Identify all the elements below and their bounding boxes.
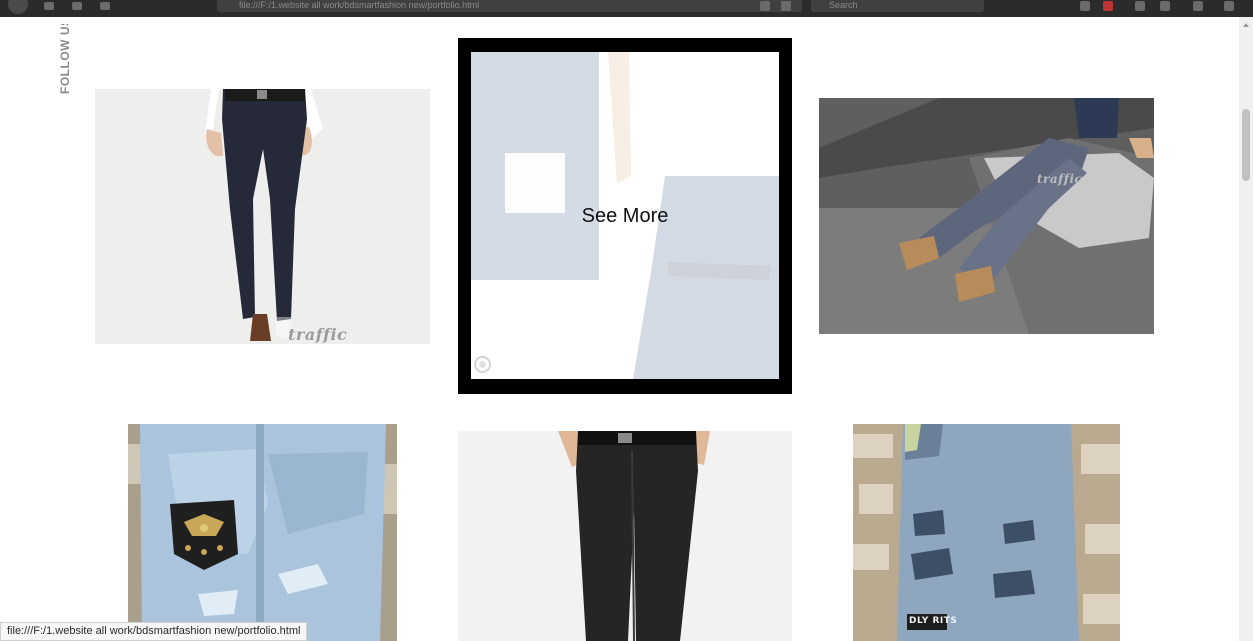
page-scrollbar[interactable]	[1239, 17, 1253, 641]
reader-icon[interactable]	[760, 1, 770, 11]
browser-toolbar: file:///F:/1.website all work/bdsmartfas…	[0, 0, 1253, 17]
bookmark-star-icon[interactable]	[781, 1, 791, 11]
status-bar-link-preview: file:///F:/1.website all work/bdsmartfas…	[0, 622, 308, 641]
forward-icon[interactable]	[44, 2, 54, 10]
jeans-patch-label: DLY RITS	[909, 616, 958, 626]
portfolio-item-black-trousers[interactable]	[458, 431, 792, 641]
library-icon[interactable]	[1080, 1, 1090, 11]
search-input[interactable]: Search	[811, 0, 984, 12]
home-icon[interactable]	[100, 2, 110, 10]
address-bar[interactable]: file:///F:/1.website all work/bdsmartfas…	[217, 0, 802, 12]
grey-trousers-image	[819, 98, 1154, 334]
extension-icon[interactable]	[1103, 1, 1113, 11]
brand-watermark: traffic	[288, 325, 348, 344]
sidebar-icon[interactable]	[1135, 1, 1145, 11]
navy-trousers-image	[95, 89, 430, 344]
account-icon[interactable]	[1160, 1, 1170, 11]
portfolio-item-light-ripped-jeans[interactable]	[128, 424, 397, 641]
follow-us-label: FOLLOW US	[58, 24, 72, 94]
light-ripped-jeans-image	[128, 424, 397, 641]
menu-icon[interactable]	[1224, 1, 1234, 11]
black-trousers-image	[458, 431, 792, 641]
scroll-up-arrow-icon[interactable]	[1243, 23, 1249, 27]
zoom-icon[interactable]	[474, 356, 491, 373]
see-more-link[interactable]: See More	[471, 204, 779, 228]
grey-ripped-jeans-image	[853, 424, 1120, 641]
portfolio-hover-card[interactable]: See More	[471, 52, 779, 379]
brand-watermark: traffic	[1037, 172, 1083, 186]
portfolio-item-grey-ripped-jeans[interactable]: DLY RITS	[853, 424, 1120, 641]
page: file:///F:/1.website all work/bdsmartfas…	[0, 0, 1253, 641]
back-icon[interactable]	[8, 0, 28, 14]
portfolio-item-denim-jeans[interactable]: See More	[458, 38, 792, 394]
portfolio-item-navy-trousers[interactable]: traffic	[95, 89, 430, 344]
reload-icon[interactable]	[72, 2, 82, 10]
scroll-thumb[interactable]	[1242, 109, 1250, 181]
overflow-icon[interactable]	[1193, 1, 1203, 11]
portfolio-item-grey-trousers[interactable]: traffic	[819, 98, 1154, 334]
